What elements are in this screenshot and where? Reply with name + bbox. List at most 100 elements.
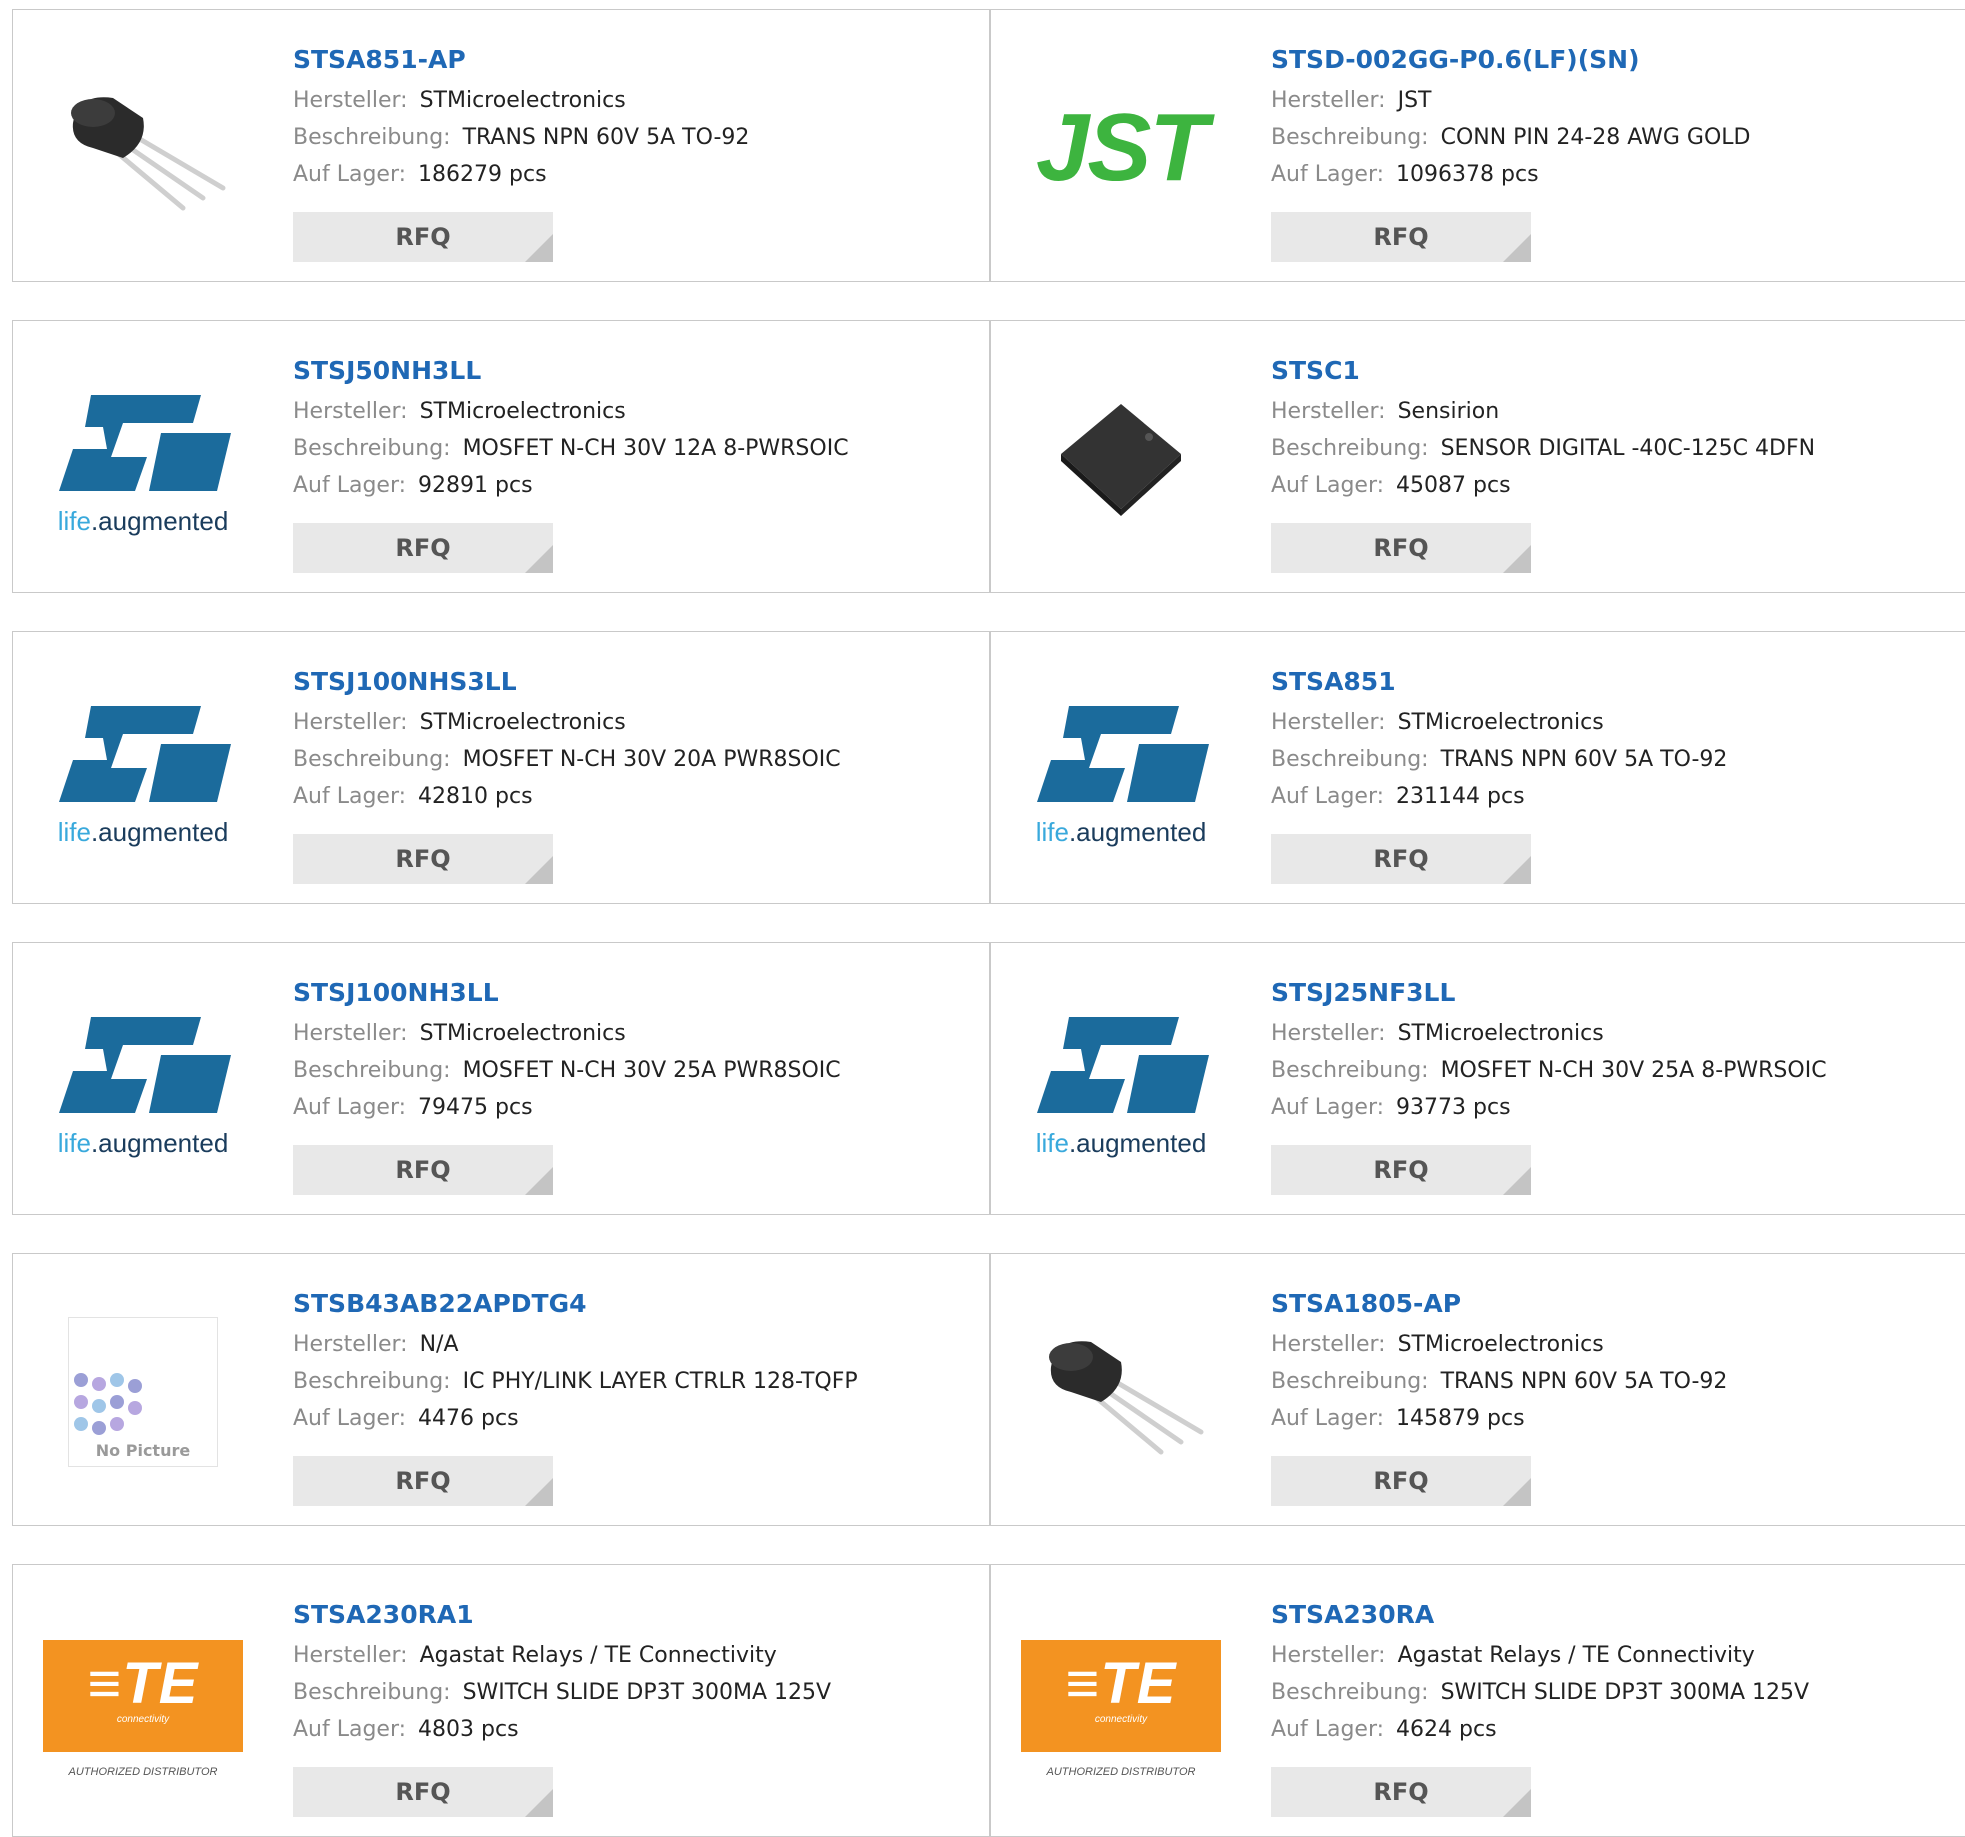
product-image[interactable]: life.augmented: [43, 359, 243, 559]
description-value: SWITCH SLIDE DP3T 300MA 125V: [1440, 1680, 1810, 1705]
manufacturer-value: JST: [1397, 88, 1432, 113]
part-number-link[interactable]: STSJ100NH3LL: [293, 975, 979, 1015]
part-number-link[interactable]: STSA851-AP: [293, 42, 979, 82]
product-image[interactable]: No Picture: [43, 1292, 243, 1492]
description-row: Beschreibung: MOSFET N-CH 30V 25A PWR8SOI…: [293, 1052, 979, 1089]
stock-value: 42810 pcs: [418, 784, 533, 809]
stock-value: 1096378 pcs: [1396, 162, 1539, 187]
stock-value: 145879 pcs: [1396, 1406, 1525, 1431]
part-number-link[interactable]: STSC1: [1271, 353, 1965, 393]
product-image[interactable]: JST: [1021, 48, 1221, 248]
part-number-link[interactable]: STSD-002GG-P0.6(LF)(SN): [1271, 42, 1965, 82]
product-card: ≡TE connectivity AUTHORIZED DISTRIBUTOR …: [990, 1564, 1965, 1837]
description-row: Beschreibung: SENSOR DIGITAL -40C-125C 4D…: [1271, 430, 1965, 467]
product-image[interactable]: life.augmented: [1021, 670, 1221, 870]
te-logo: ≡TE connectivity AUTHORIZED DISTRIBUTOR: [43, 1628, 243, 1778]
part-number-link[interactable]: STSJ100NHS3LL: [293, 664, 979, 704]
description-row: Beschreibung: SWITCH SLIDE DP3T 300MA 125…: [1271, 1674, 1965, 1711]
manufacturer-row: Hersteller: Agastat Relays / TE Connectiv…: [1271, 1637, 1965, 1674]
manufacturer-label: Hersteller:: [1271, 88, 1386, 113]
stock-label: Auf Lager:: [1271, 1406, 1385, 1431]
rfq-button[interactable]: RFQ: [293, 1767, 553, 1817]
description-label: Beschreibung:: [293, 1058, 451, 1083]
corner-triangle-icon: [525, 545, 553, 573]
manufacturer-label: Hersteller:: [1271, 1643, 1386, 1668]
part-number-link[interactable]: STSJ25NF3LL: [1271, 975, 1965, 1015]
manufacturer-label: Hersteller:: [293, 1643, 408, 1668]
rfq-button[interactable]: RFQ: [293, 1456, 553, 1506]
rfq-label: RFQ: [395, 845, 451, 873]
description-row: Beschreibung: CONN PIN 24-28 AWG GOLD: [1271, 119, 1965, 156]
st-logo: life.augmented: [43, 690, 243, 850]
manufacturer-value: STMicroelectronics: [1397, 1021, 1604, 1046]
stock-value: 4803 pcs: [418, 1717, 519, 1742]
manufacturer-label: Hersteller:: [1271, 1332, 1386, 1357]
product-card: life.augmented STSJ100NHS3LL Hersteller:…: [12, 631, 990, 904]
product-image[interactable]: [1021, 359, 1221, 559]
rfq-button[interactable]: RFQ: [293, 1145, 553, 1195]
description-value: TRANS NPN 60V 5A TO-92: [1440, 1369, 1728, 1394]
description-row: Beschreibung: IC PHY/LINK LAYER CTRLR 128…: [293, 1363, 979, 1400]
rfq-label: RFQ: [395, 534, 451, 562]
part-number-link[interactable]: STSA851: [1271, 664, 1965, 704]
part-number-link[interactable]: STSA1805-AP: [1271, 1286, 1965, 1326]
part-number-link[interactable]: STSA230RA: [1271, 1597, 1965, 1637]
description-label: Beschreibung:: [293, 747, 451, 772]
manufacturer-value: Agastat Relays / TE Connectivity: [1397, 1643, 1755, 1668]
manufacturer-value: STMicroelectronics: [419, 1021, 626, 1046]
corner-triangle-icon: [1503, 1789, 1531, 1817]
corner-triangle-icon: [1503, 545, 1531, 573]
part-number-link[interactable]: STSA230RA1: [293, 1597, 979, 1637]
description-value: MOSFET N-CH 30V 20A PWR8SOIC: [462, 747, 841, 772]
rfq-button[interactable]: RFQ: [1271, 523, 1531, 573]
stock-label: Auf Lager:: [293, 1717, 407, 1742]
part-number-link[interactable]: STSJ50NH3LL: [293, 353, 979, 393]
rfq-button[interactable]: RFQ: [1271, 834, 1531, 884]
rfq-button[interactable]: RFQ: [1271, 1456, 1531, 1506]
corner-triangle-icon: [525, 1167, 553, 1195]
manufacturer-value: STMicroelectronics: [419, 399, 626, 424]
rfq-button[interactable]: RFQ: [293, 212, 553, 262]
st-logo: life.augmented: [1021, 1001, 1221, 1161]
description-value: MOSFET N-CH 30V 12A 8-PWRSOIC: [462, 436, 849, 461]
stock-row: Auf Lager: 92891 pcs: [293, 467, 979, 504]
stock-label: Auf Lager:: [1271, 1717, 1385, 1742]
rfq-button[interactable]: RFQ: [293, 834, 553, 884]
description-value: MOSFET N-CH 30V 25A 8-PWRSOIC: [1440, 1058, 1827, 1083]
product-card: life.augmented STSJ25NF3LL Hersteller: ST…: [990, 942, 1965, 1215]
product-card: life.augmented STSA851 Hersteller: STMicr…: [990, 631, 1965, 904]
description-value: CONN PIN 24-28 AWG GOLD: [1440, 125, 1751, 150]
stock-row: Auf Lager: 231144 pcs: [1271, 778, 1965, 815]
stock-value: 186279 pcs: [418, 162, 547, 187]
product-image[interactable]: life.augmented: [43, 981, 243, 1181]
manufacturer-value: STMicroelectronics: [1397, 1332, 1604, 1357]
product-image[interactable]: life.augmented: [1021, 981, 1221, 1181]
stock-value: 93773 pcs: [1396, 1095, 1511, 1120]
description-label: Beschreibung:: [1271, 125, 1429, 150]
description-value: MOSFET N-CH 30V 25A PWR8SOIC: [462, 1058, 841, 1083]
rfq-button[interactable]: RFQ: [1271, 1767, 1531, 1817]
product-image[interactable]: ≡TE connectivity AUTHORIZED DISTRIBUTOR: [43, 1603, 243, 1803]
description-row: Beschreibung: TRANS NPN 60V 5A TO-92: [1271, 1363, 1965, 1400]
description-value: SWITCH SLIDE DP3T 300MA 125V: [462, 1680, 832, 1705]
part-number-link[interactable]: STSB43AB22APDTG4: [293, 1286, 979, 1326]
description-label: Beschreibung:: [1271, 1369, 1429, 1394]
rfq-button[interactable]: RFQ: [1271, 212, 1531, 262]
rfq-button[interactable]: RFQ: [1271, 1145, 1531, 1195]
description-label: Beschreibung:: [1271, 1680, 1429, 1705]
product-image[interactable]: [43, 48, 243, 248]
manufacturer-value: Agastat Relays / TE Connectivity: [419, 1643, 777, 1668]
manufacturer-label: Hersteller:: [1271, 1021, 1386, 1046]
product-image[interactable]: life.augmented: [43, 670, 243, 870]
product-card: STSA1805-AP Hersteller: STMicroelectronic…: [990, 1253, 1965, 1526]
corner-triangle-icon: [525, 234, 553, 262]
description-row: Beschreibung: MOSFET N-CH 30V 25A 8-PWRSO…: [1271, 1052, 1965, 1089]
stock-row: Auf Lager: 45087 pcs: [1271, 467, 1965, 504]
rfq-button[interactable]: RFQ: [293, 523, 553, 573]
product-image[interactable]: [1021, 1292, 1221, 1492]
manufacturer-row: Hersteller: JST: [1271, 82, 1965, 119]
product-image[interactable]: ≡TE connectivity AUTHORIZED DISTRIBUTOR: [1021, 1603, 1221, 1803]
description-label: Beschreibung:: [293, 125, 451, 150]
manufacturer-row: Hersteller: Sensirion: [1271, 393, 1965, 430]
st-logo: life.augmented: [1021, 690, 1221, 850]
